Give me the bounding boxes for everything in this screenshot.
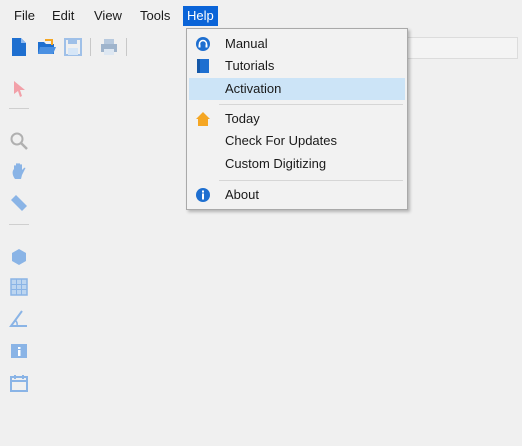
toolbar-separator — [90, 38, 91, 56]
home-icon — [195, 111, 211, 127]
menu-bar: File Edit View Tools Help — [0, 6, 522, 28]
help-dropdown-menu: Manual Tutorials Activation Today Check … — [186, 28, 408, 210]
ruler-icon[interactable] — [8, 192, 30, 214]
angle-icon[interactable] — [8, 308, 30, 330]
pan-hand-icon[interactable] — [8, 160, 30, 182]
new-file-icon[interactable] — [8, 36, 30, 58]
pointer-icon[interactable] — [8, 78, 30, 100]
menu-item-label: Activation — [225, 81, 282, 96]
menu-item-label: Check For Updates — [225, 133, 337, 148]
menu-item-today[interactable]: Today — [189, 108, 405, 130]
info-panel-icon[interactable] — [8, 340, 30, 362]
shape-icon[interactable] — [8, 246, 30, 268]
menu-item-activation[interactable]: Activation — [189, 78, 405, 100]
print-icon[interactable] — [98, 36, 120, 58]
calendar-icon[interactable] — [8, 372, 30, 394]
side-toolbar — [0, 74, 34, 414]
menu-item-label: Today — [225, 111, 260, 126]
side-separator — [9, 108, 29, 109]
headset-icon — [195, 36, 211, 52]
menu-help[interactable]: Help — [183, 6, 218, 26]
info-icon — [195, 187, 211, 203]
save-icon[interactable] — [62, 36, 84, 58]
menu-item-label: Custom Digitizing — [225, 156, 327, 171]
menu-tools[interactable]: Tools — [136, 6, 174, 26]
menu-item-label: Tutorials — [225, 58, 275, 73]
menu-edit[interactable]: Edit — [48, 6, 78, 26]
menu-file[interactable]: File — [10, 6, 39, 26]
menu-separator — [219, 104, 403, 105]
book-icon — [195, 58, 211, 74]
grid-icon[interactable] — [8, 276, 30, 298]
menu-item-manual[interactable]: Manual — [189, 33, 405, 55]
menu-item-about[interactable]: About — [189, 184, 405, 206]
menu-item-check-for-updates[interactable]: Check For Updates — [189, 130, 405, 152]
menu-item-tutorials[interactable]: Tutorials — [189, 55, 405, 77]
zoom-icon[interactable] — [8, 130, 30, 152]
menu-item-custom-digitizing[interactable]: Custom Digitizing — [189, 153, 405, 175]
menu-item-label: Manual — [225, 36, 268, 51]
menu-view[interactable]: View — [90, 6, 126, 26]
side-separator — [9, 224, 29, 225]
menu-separator — [219, 180, 403, 181]
toolbar-separator — [126, 38, 127, 56]
toolbar-field[interactable] — [404, 37, 518, 59]
menu-item-label: About — [225, 187, 259, 202]
open-folder-icon[interactable] — [36, 36, 58, 58]
